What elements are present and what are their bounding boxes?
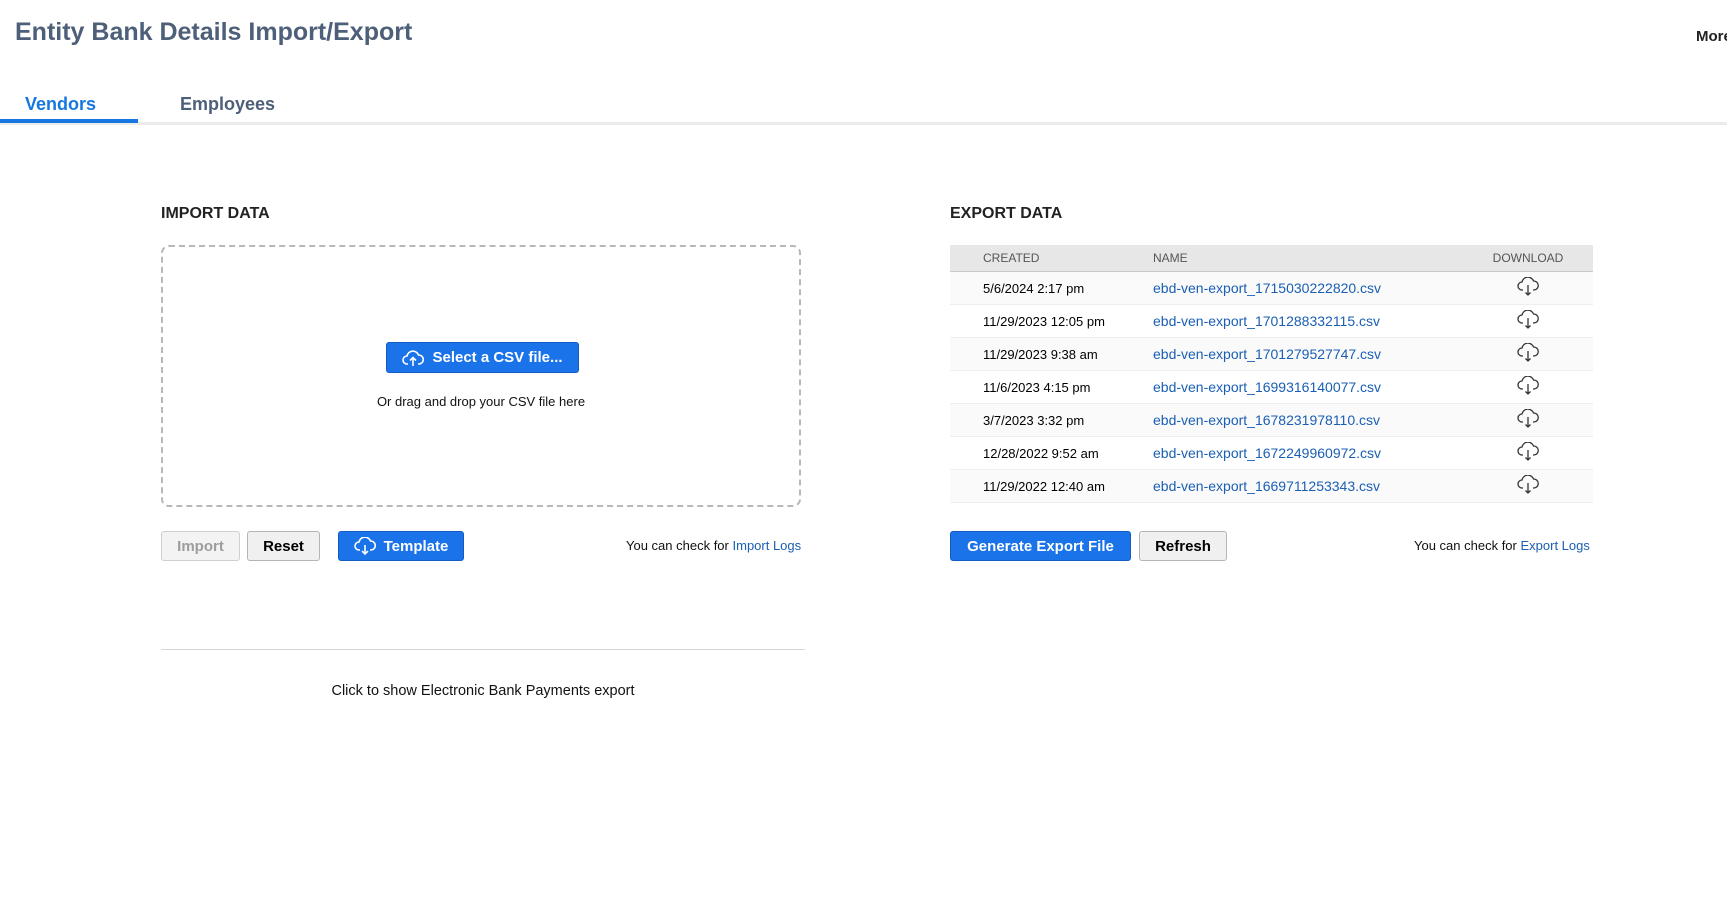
file-name-cell: ebd-ven-export_1701279527747.csv [1153, 337, 1463, 371]
file-link[interactable]: ebd-ven-export_1669711253343.csv [1153, 478, 1380, 494]
download-cell [1463, 304, 1593, 338]
select-csv-button-label: Select a CSV file... [432, 349, 563, 366]
active-tab-indicator [0, 119, 138, 123]
table-row: 11/29/2022 12:40 am ebd-ven-export_166971… [950, 469, 1593, 503]
export-logs-prefix: You can check for [1414, 538, 1517, 553]
page-title: Entity Bank Details Import/Export [15, 18, 413, 46]
table-row: 11/29/2023 12:05 pm ebd-ven-export_170128… [950, 304, 1593, 338]
download-cell [1463, 469, 1593, 503]
table-row: 12/28/2022 9:52 am ebd-ven-export_1672249… [950, 436, 1593, 470]
column-header-created: CREATED [950, 245, 1153, 272]
table-row: 11/29/2023 9:38 am ebd-ven-export_1701279… [950, 337, 1593, 371]
template-button[interactable]: Template [338, 531, 464, 561]
file-link[interactable]: ebd-ven-export_1699316140077.csv [1153, 379, 1381, 395]
file-name-cell: ebd-ven-export_1699316140077.csv [1153, 370, 1463, 404]
refresh-button[interactable]: Refresh [1139, 531, 1227, 561]
drag-drop-hint: Or drag and drop your CSV file here [376, 394, 586, 409]
cloud-download-icon[interactable] [1517, 474, 1539, 498]
table-row: 3/7/2023 3:32 pm ebd-ven-export_167823197… [950, 403, 1593, 437]
cloud-download-icon [353, 537, 376, 555]
file-name-cell: ebd-ven-export_1715030222820.csv [1153, 271, 1463, 305]
file-link[interactable]: ebd-ven-export_1701288332115.csv [1153, 313, 1380, 329]
cloud-download-icon[interactable] [1517, 441, 1539, 465]
file-name-cell: ebd-ven-export_1672249960972.csv [1153, 436, 1463, 470]
export-logs-hint: You can check for Export Logs [1414, 538, 1590, 553]
file-link[interactable]: ebd-ven-export_1678231978110.csv [1153, 412, 1380, 428]
export-table-header: CREATED NAME DOWNLOAD [950, 245, 1593, 272]
section-divider [161, 649, 805, 650]
tab-employees[interactable]: Employees [180, 94, 275, 115]
template-button-label: Template [383, 537, 449, 555]
created-cell: 5/6/2024 2:17 pm [950, 271, 1153, 305]
created-cell: 11/29/2022 12:40 am [950, 469, 1153, 503]
import-section-title: IMPORT DATA [161, 205, 270, 222]
created-cell: 3/7/2023 3:32 pm [950, 403, 1153, 437]
download-cell [1463, 436, 1593, 470]
download-cell [1463, 370, 1593, 404]
download-cell [1463, 403, 1593, 437]
ebp-export-toggle[interactable]: Click to show Electronic Bank Payments e… [161, 683, 805, 699]
cloud-download-icon[interactable] [1517, 375, 1539, 399]
file-name-cell: ebd-ven-export_1678231978110.csv [1153, 403, 1463, 437]
cloud-upload-icon [402, 349, 425, 367]
import-logs-link[interactable]: Import Logs [733, 538, 802, 553]
created-cell: 11/29/2023 12:05 pm [950, 304, 1153, 338]
import-logs-hint: You can check for Import Logs [626, 538, 801, 553]
cloud-download-icon[interactable] [1517, 276, 1539, 300]
csv-dropzone[interactable] [161, 245, 801, 507]
import-button[interactable]: Import [161, 531, 240, 561]
created-cell: 12/28/2022 9:52 am [950, 436, 1153, 470]
file-link[interactable]: ebd-ven-export_1672249960972.csv [1153, 445, 1381, 461]
cloud-download-icon[interactable] [1517, 408, 1539, 432]
file-link[interactable]: ebd-ven-export_1715030222820.csv [1153, 280, 1381, 296]
tab-vendors[interactable]: Vendors [25, 94, 96, 115]
download-cell [1463, 337, 1593, 371]
cloud-download-icon[interactable] [1517, 342, 1539, 366]
export-table: CREATED NAME DOWNLOAD 5/6/2024 2:17 pm eb… [950, 245, 1593, 503]
select-csv-button[interactable]: Select a CSV file... [386, 342, 579, 373]
download-cell [1463, 271, 1593, 305]
export-logs-link[interactable]: Export Logs [1521, 538, 1590, 553]
file-link[interactable]: ebd-ven-export_1701279527747.csv [1153, 346, 1381, 362]
reset-button[interactable]: Reset [247, 531, 320, 561]
tab-bar: Vendors Employees [0, 84, 1727, 125]
import-logs-prefix: You can check for [626, 538, 729, 553]
generate-export-button[interactable]: Generate Export File [950, 531, 1131, 561]
file-name-cell: ebd-ven-export_1701288332115.csv [1153, 304, 1463, 338]
column-header-download: DOWNLOAD [1463, 245, 1593, 272]
created-cell: 11/6/2023 4:15 pm [950, 370, 1153, 404]
file-name-cell: ebd-ven-export_1669711253343.csv [1153, 469, 1463, 503]
table-row: 5/6/2024 2:17 pm ebd-ven-export_171503022… [950, 271, 1593, 305]
cloud-download-icon[interactable] [1517, 309, 1539, 333]
export-section-title: EXPORT DATA [950, 205, 1063, 222]
table-row: 11/6/2023 4:15 pm ebd-ven-export_16993161… [950, 370, 1593, 404]
more-menu-link[interactable]: More [1696, 28, 1727, 45]
column-header-name: NAME [1153, 245, 1463, 272]
created-cell: 11/29/2023 9:38 am [950, 337, 1153, 371]
